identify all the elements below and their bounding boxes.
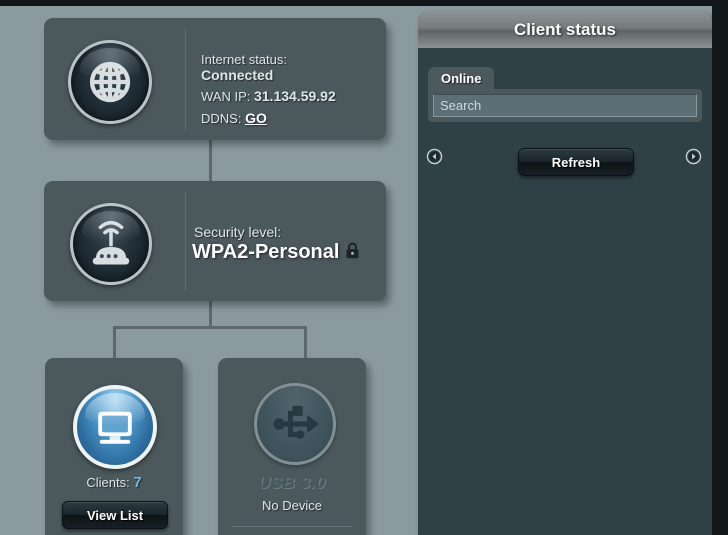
usb-status: No Device [262, 498, 322, 513]
internet-status-panel[interactable]: Internet status: Connected WAN IP: 31.13… [44, 18, 386, 140]
network-map-area: Internet status: Connected WAN IP: 31.13… [12, 6, 410, 535]
router-admin-screen: Internet status: Connected WAN IP: 31.13… [0, 0, 728, 535]
left-gutter [0, 6, 12, 535]
security-level-panel[interactable]: Security level: WPA2-Personal [44, 181, 386, 301]
usb-panel[interactable]: USB 3.0 No Device [218, 358, 366, 535]
clients-panel[interactable]: Clients: 7 View List [45, 358, 183, 535]
arrow-right-circle-icon[interactable] [685, 148, 702, 165]
tab-online[interactable]: Online [428, 67, 495, 91]
panel-divider [185, 191, 186, 291]
internet-status-label: Internet status: [201, 52, 287, 67]
search-input[interactable] [433, 94, 697, 117]
usb-icon [254, 383, 336, 465]
clients-count-row: Clients: 7 [45, 474, 183, 491]
connector-internet-security [209, 139, 212, 181]
monitor-icon [73, 385, 157, 469]
wan-ip-row: WAN IP: 31.134.59.92 [201, 88, 336, 104]
router-icon [70, 203, 152, 285]
wan-ip-label: WAN IP: [201, 89, 251, 104]
connector-to-clients [113, 326, 116, 358]
usb-divider [231, 526, 353, 527]
view-list-button[interactable]: View List [62, 501, 168, 529]
search-container [428, 89, 702, 122]
clients-label: Clients: [86, 475, 130, 490]
ddns-label: DDNS: [201, 111, 242, 126]
ddns-row: DDNS: GO [201, 110, 267, 126]
wan-ip-value: 31.134.59.92 [253, 88, 336, 104]
lock-icon [346, 242, 359, 259]
internet-status-value: Connected [201, 67, 274, 83]
clients-count: 7 [133, 474, 142, 491]
globe-icon [68, 40, 152, 124]
refresh-button[interactable]: Refresh [518, 148, 634, 176]
usb-title: USB 3.0 [258, 473, 326, 492]
connector-security-down [209, 300, 212, 328]
security-level-value: WPA2-Personal [192, 241, 340, 263]
right-edge [712, 0, 728, 535]
client-status-panel: Client status Online Refresh [418, 12, 712, 535]
client-status-title: Client status [418, 12, 712, 48]
panel-divider [185, 28, 186, 130]
arrow-left-circle-icon[interactable] [426, 148, 443, 165]
ddns-go-link[interactable]: GO [245, 110, 267, 126]
connector-horizontal [113, 326, 307, 329]
connector-to-usb [304, 326, 307, 358]
security-level-label: Security level: [194, 224, 282, 240]
